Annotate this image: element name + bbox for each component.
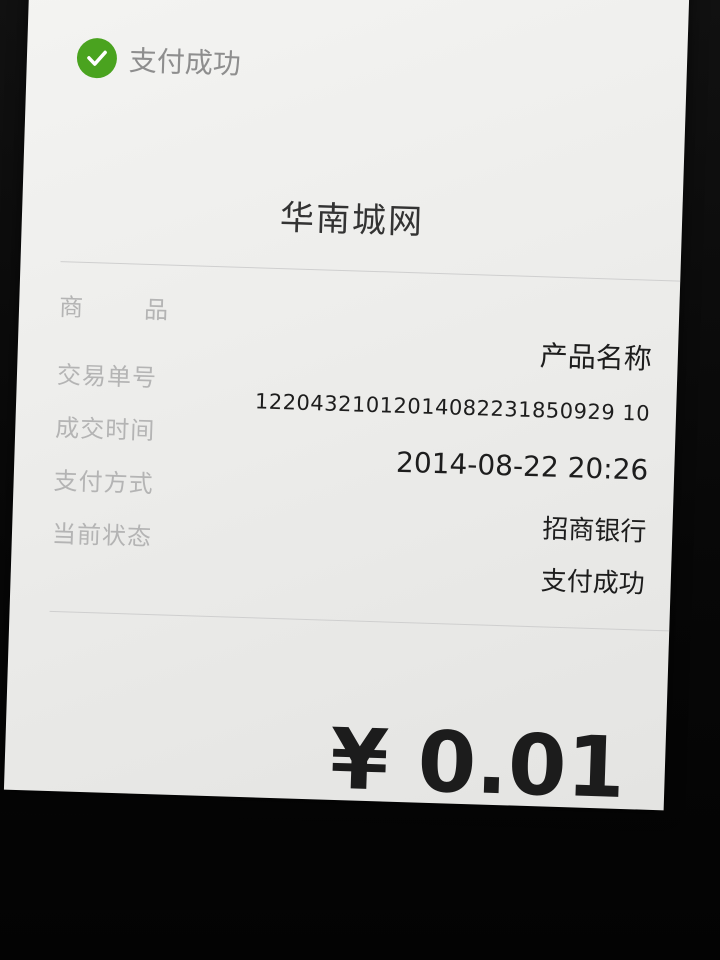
product-label: 商 品	[59, 287, 170, 325]
transaction-time-value: 2014-08-22 20:26	[395, 445, 649, 487]
order-number-label: 交易单号	[56, 361, 158, 393]
product-name-value: 产品名称	[539, 339, 653, 376]
success-check-icon	[76, 37, 118, 79]
merchant-name: 华南城网	[279, 197, 425, 243]
current-status-value: 支付成功	[540, 566, 646, 600]
payment-status-header: 支付成功	[76, 37, 242, 83]
payment-receipt-screen: 支付成功 华南城网 商 品 交易单号 成交时间 支付方式 当前状态 产品名称 1…	[3, 0, 690, 811]
product-label-char: 品	[143, 295, 170, 325]
current-status-label: 当前状态	[51, 519, 153, 552]
payment-amount: ¥ 0.01	[328, 709, 627, 811]
product-label-char: 商	[58, 293, 85, 322]
transaction-time-label: 成交时间	[54, 414, 156, 446]
payment-method-value: 招商银行	[541, 514, 647, 548]
payment-method-label: 支付方式	[53, 467, 155, 499]
payment-status-text: 支付成功	[128, 44, 242, 81]
order-number-value: 12204321012014082231850929 10	[254, 389, 651, 426]
divider-top	[60, 261, 681, 282]
divider-bottom	[49, 610, 670, 632]
